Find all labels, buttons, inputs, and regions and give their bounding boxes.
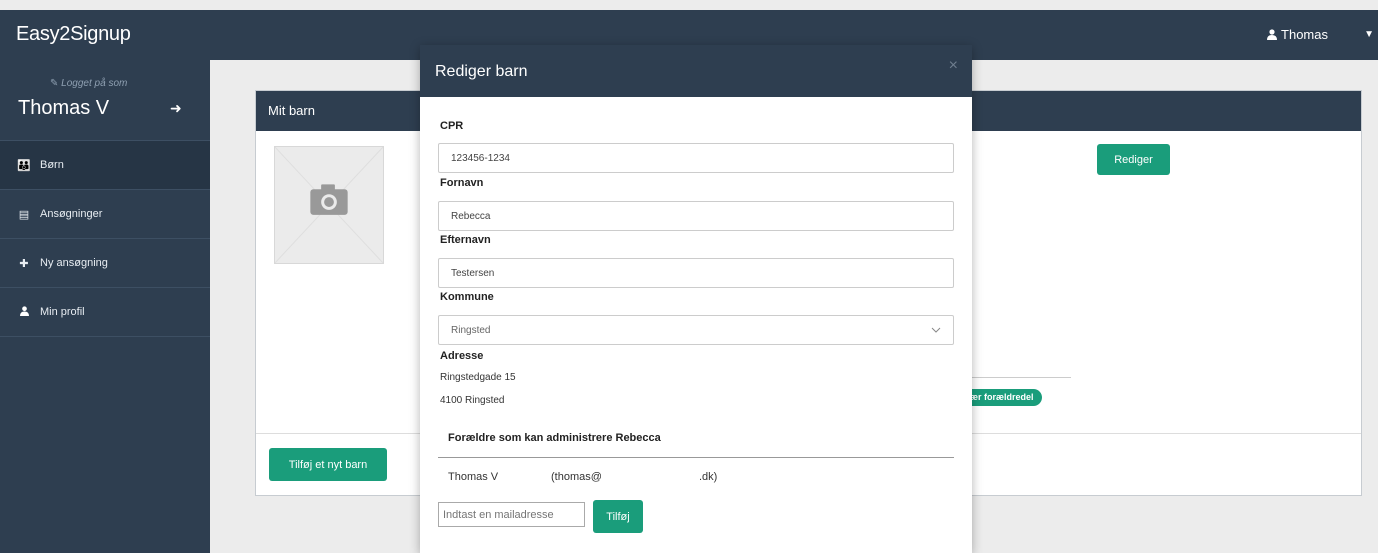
key-icon: ✎ bbox=[50, 78, 59, 89]
parent-name: Thomas V bbox=[448, 471, 499, 483]
sidebar-item-my-profile[interactable]: Min profil bbox=[0, 288, 210, 336]
logged-in-as-label: ✎ Logget på som bbox=[50, 78, 128, 89]
cpr-label: CPR bbox=[440, 120, 464, 132]
parents-heading: Forældre som kan administrere Rebecca bbox=[448, 432, 661, 444]
first-name-input[interactable] bbox=[438, 201, 954, 231]
chevron-down-icon bbox=[931, 327, 941, 333]
sidebar: ✎ Logget på som Thomas V ➜ 👪 Børn ▤ Ansø… bbox=[0, 60, 210, 553]
user-menu[interactable]: Thomas bbox=[1267, 27, 1328, 42]
logout-icon[interactable]: ➜ bbox=[170, 100, 182, 117]
divider bbox=[438, 457, 954, 458]
municipality-selected-value: Ringsted bbox=[451, 324, 491, 336]
add-parent-button[interactable]: Tilføj bbox=[593, 500, 643, 533]
address-line-2: 4100 Ringsted bbox=[440, 395, 505, 406]
address-line-1: Ringstedgade 15 bbox=[440, 372, 516, 383]
brand-logo[interactable]: Easy2Signup bbox=[16, 23, 131, 46]
plus-icon: ✚ bbox=[19, 257, 29, 270]
sidebar-item-children[interactable]: 👪 Børn bbox=[0, 141, 210, 189]
logged-in-user-name: Thomas V bbox=[18, 97, 110, 119]
parent-badge[interactable]: ær forældredel bbox=[962, 389, 1042, 406]
first-name-label: Fornavn bbox=[440, 177, 484, 189]
user-icon bbox=[16, 305, 32, 319]
parent-email-end: .dk) bbox=[699, 471, 718, 483]
last-name-label: Efternavn bbox=[440, 234, 491, 246]
add-child-button[interactable]: Tilføj et nyt barn bbox=[269, 448, 387, 481]
sidebar-item-applications[interactable]: ▤ Ansøgninger bbox=[0, 190, 210, 238]
camera-icon bbox=[275, 146, 383, 264]
sidebar-item-label: Børn bbox=[40, 159, 64, 171]
municipality-label: Kommune bbox=[440, 291, 494, 303]
edit-child-button[interactable]: Rediger bbox=[1097, 144, 1170, 175]
parent-email-input[interactable] bbox=[438, 502, 585, 527]
close-icon[interactable]: × bbox=[949, 57, 958, 75]
divider bbox=[971, 377, 1071, 378]
edit-child-modal: Rediger barn × CPR Fornavn Efternavn Kom… bbox=[420, 45, 972, 553]
sidebar-item-label: Ny ansøgning bbox=[40, 257, 108, 269]
modal-title: Rediger barn bbox=[435, 63, 528, 80]
user-icon bbox=[1267, 29, 1278, 40]
caret-down-icon[interactable]: ▼ bbox=[1364, 29, 1374, 40]
municipality-select[interactable]: Ringsted bbox=[438, 315, 954, 345]
sidebar-item-label: Ansøgninger bbox=[40, 208, 103, 220]
last-name-input[interactable] bbox=[438, 258, 954, 288]
parent-email-start: (thomas@ bbox=[551, 471, 602, 483]
address-label: Adresse bbox=[440, 350, 484, 362]
child-photo-placeholder[interactable] bbox=[274, 146, 384, 264]
cpr-input[interactable] bbox=[438, 143, 954, 173]
list-icon: ▤ bbox=[18, 208, 30, 221]
sidebar-item-new-application[interactable]: ✚ Ny ansøgning bbox=[0, 239, 210, 287]
sidebar-item-label: Min profil bbox=[40, 306, 85, 318]
children-icon: 👪 bbox=[17, 159, 31, 172]
login-info: ✎ Logget på som Thomas V ➜ bbox=[0, 60, 210, 141]
modal-header: Rediger barn × bbox=[420, 45, 972, 97]
user-menu-label: Thomas bbox=[1281, 27, 1328, 42]
